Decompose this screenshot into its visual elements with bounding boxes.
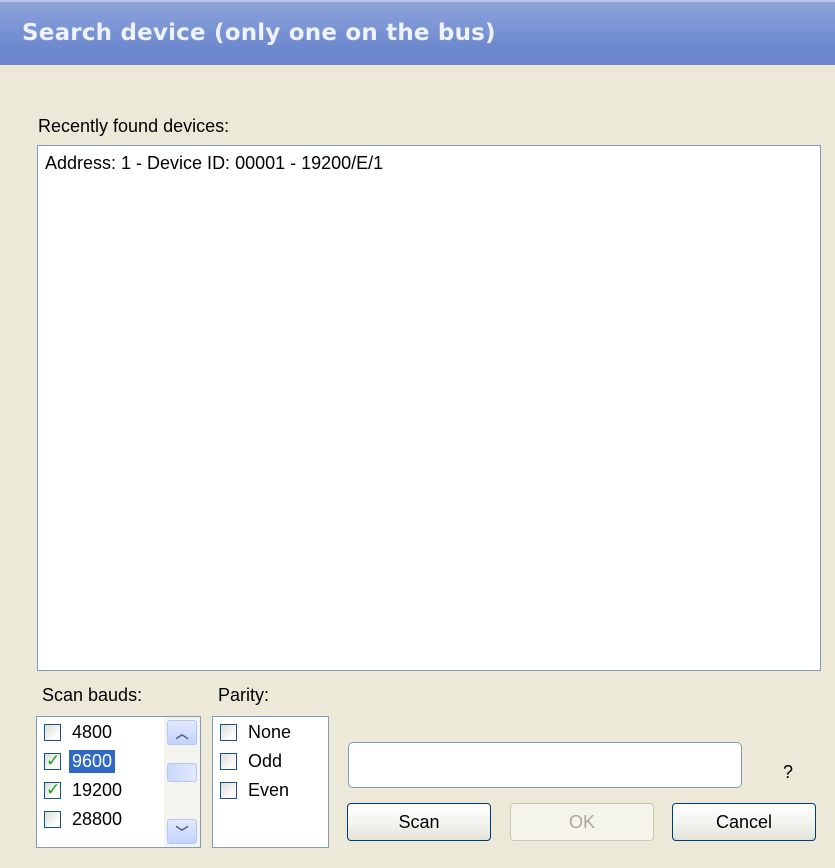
parity-item-even[interactable]: Even xyxy=(220,776,292,805)
chevron-down-icon: ﹀ xyxy=(175,825,189,840)
baud-item-19200[interactable]: ✓ 19200 xyxy=(44,776,125,805)
window-title: Search device (only one on the bus) xyxy=(22,20,496,46)
baud-label: 28800 xyxy=(72,809,123,829)
checkmark-icon: ✓ xyxy=(46,751,61,770)
parity-label-text: Even xyxy=(248,780,290,800)
scroll-down-button[interactable]: ﹀ xyxy=(167,819,197,844)
checkmark-icon: ✓ xyxy=(46,780,61,799)
bauds-checklist[interactable]: 4800 ✓ 9600 ✓ 19200 28800 ︿ ﹀ xyxy=(36,716,201,848)
checkbox[interactable]: ✓ xyxy=(44,780,61,799)
help-label[interactable]: ? xyxy=(783,762,793,783)
baud-label: 4800 xyxy=(72,722,113,742)
scroll-up-button[interactable]: ︿ xyxy=(167,720,197,745)
baud-label: 19200 xyxy=(72,780,123,800)
checkbox[interactable]: ✓ xyxy=(44,751,61,770)
bauds-scrollbar[interactable]: ︿ ﹀ xyxy=(164,717,200,847)
parity-item-odd[interactable]: Odd xyxy=(220,747,285,776)
parity-label-text: Odd xyxy=(248,751,283,771)
baud-label: 9600 xyxy=(67,749,117,774)
scroll-thumb[interactable] xyxy=(167,763,197,782)
baud-item-4800[interactable]: 4800 xyxy=(44,718,115,747)
checkbox[interactable] xyxy=(44,811,61,828)
parity-checklist[interactable]: None Odd Even xyxy=(212,716,329,848)
scan-button[interactable]: Scan xyxy=(347,803,491,841)
dialog-body: Recently found devices: Address: 1 - Dev… xyxy=(0,65,835,868)
devices-list[interactable]: Address: 1 - Device ID: 00001 - 19200/E/… xyxy=(37,145,821,671)
checkbox[interactable] xyxy=(220,753,237,770)
parity-label-text: None xyxy=(248,722,292,742)
checkbox[interactable] xyxy=(220,782,237,799)
title-bar[interactable]: Search device (only one on the bus) xyxy=(0,0,835,65)
baud-item-28800[interactable]: 28800 xyxy=(44,805,125,834)
cancel-button[interactable]: Cancel xyxy=(672,803,816,841)
checkbox[interactable] xyxy=(220,724,237,741)
ok-button[interactable]: OK xyxy=(510,803,654,841)
status-field[interactable] xyxy=(348,742,742,788)
scan-bauds-label: Scan bauds: xyxy=(42,685,143,705)
devices-label: Recently found devices: xyxy=(38,116,230,136)
baud-item-9600[interactable]: ✓ 9600 xyxy=(44,747,117,776)
checkbox[interactable] xyxy=(44,724,61,741)
parity-item-none[interactable]: None xyxy=(220,718,294,747)
search-device-dialog: Search device (only one on the bus) Rece… xyxy=(0,0,835,868)
parity-label: Parity: xyxy=(218,685,270,705)
list-item[interactable]: Address: 1 - Device ID: 00001 - 19200/E/… xyxy=(45,153,383,174)
chevron-up-icon: ︿ xyxy=(175,726,189,741)
